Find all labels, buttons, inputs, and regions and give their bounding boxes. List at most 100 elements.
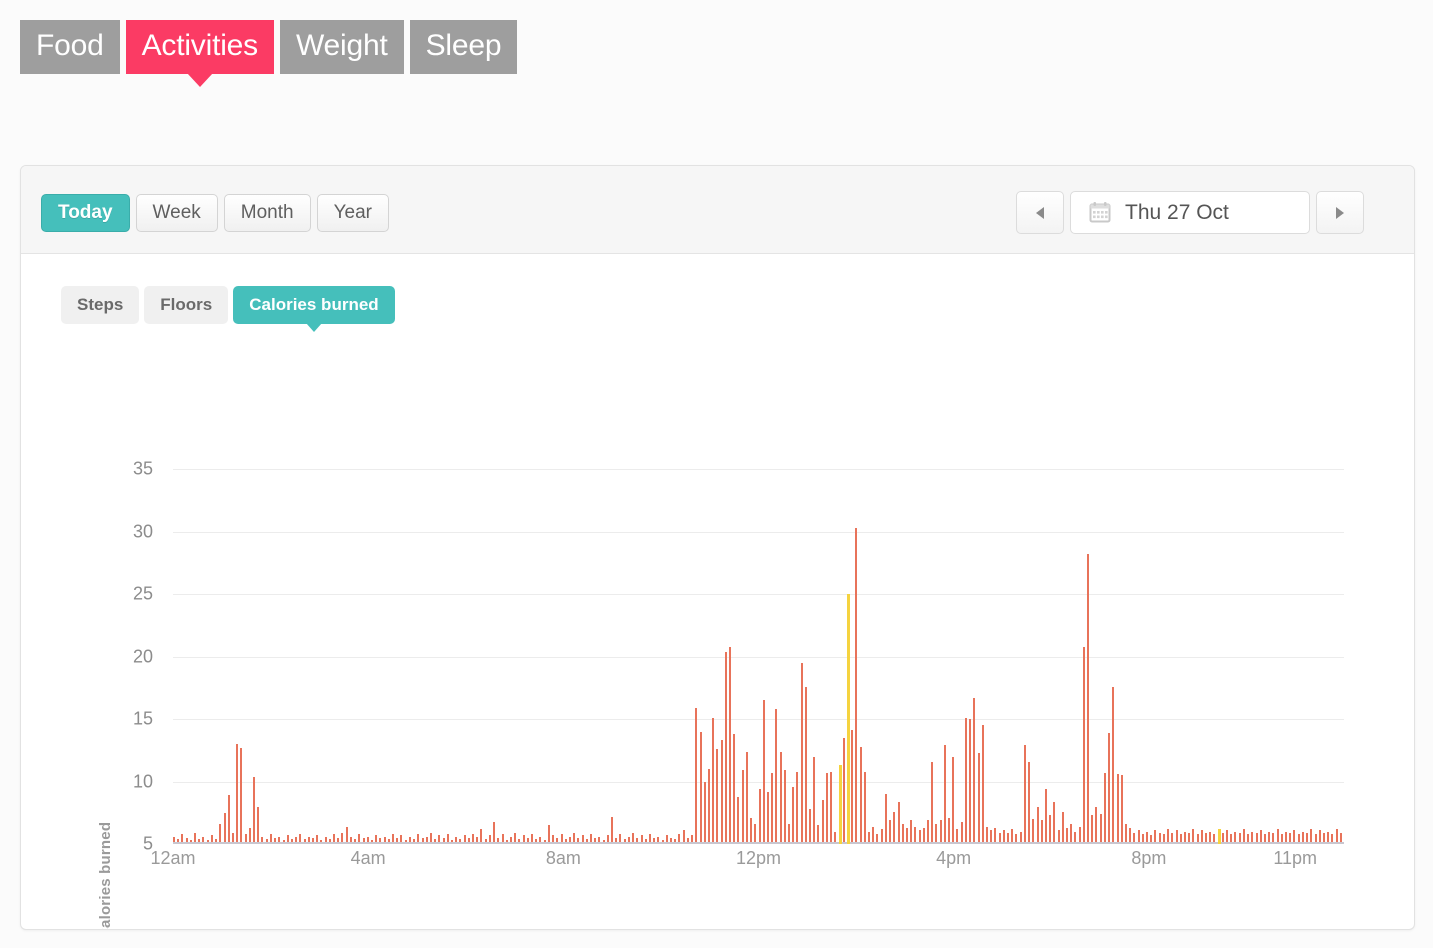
y-tick-label: 5	[142, 833, 153, 854]
chart-bar	[240, 747, 243, 844]
chart-bar	[809, 809, 812, 844]
chart-bar	[1061, 811, 1064, 844]
calories-burned-chart: Calories burned 5 10 15 20 25 30 35 12am 4am 8am…	[21, 444, 1414, 929]
chart-bar	[1091, 815, 1094, 844]
chart-bar	[969, 719, 972, 844]
x-tick-label: 11pm	[1273, 848, 1318, 868]
chart-bar	[796, 771, 799, 844]
date-range-buttons: Today Week Month Year	[41, 194, 389, 232]
nav-tab-weight[interactable]: Weight	[279, 20, 404, 74]
chart-bar	[859, 746, 862, 844]
chart-bar	[952, 756, 955, 844]
x-tick-label: 12am	[150, 848, 196, 868]
chart-bar	[729, 646, 731, 844]
chart-bar	[227, 795, 230, 844]
range-button-year[interactable]: Year	[316, 194, 389, 232]
panel-header: Today Week Month Year Thu 27 Oct	[21, 166, 1414, 254]
chart-bar	[1116, 774, 1119, 844]
chart-bar	[611, 816, 614, 844]
chart-bar	[253, 776, 256, 844]
chart-bar	[830, 771, 833, 844]
activities-panel: Today Week Month Year Thu 27 Oct Steps F…	[20, 165, 1415, 930]
nav-tab-sleep[interactable]: Sleep	[409, 20, 518, 74]
chart-bar	[851, 730, 854, 844]
x-axis-ticks: 12am 4am 8am 12pm 4pm 8pm 11pm	[150, 848, 1344, 876]
left-triangle-icon	[1036, 206, 1044, 219]
range-button-today[interactable]: Today	[41, 194, 130, 232]
range-button-month[interactable]: Month	[223, 194, 311, 232]
chart-bar	[1103, 772, 1106, 844]
chart-bar	[1087, 554, 1090, 844]
chart-bar	[1044, 789, 1047, 844]
metric-tab-steps[interactable]: Steps	[61, 286, 140, 324]
chart-bar	[1053, 801, 1056, 844]
chart-bar	[855, 527, 858, 844]
date-navigator: Thu 27 Oct	[1016, 191, 1364, 234]
y-axis-ticks: 5 10 15 20 25 30 35	[117, 444, 153, 884]
chart-bar	[926, 820, 929, 844]
chart-bar	[1040, 820, 1043, 844]
chart-bars	[173, 444, 1344, 844]
chart-bar	[750, 817, 753, 844]
chart-bar	[1028, 761, 1031, 844]
next-day-button[interactable]	[1316, 191, 1364, 234]
nav-tab-activities[interactable]: Activities	[125, 20, 274, 87]
chart-bar	[893, 811, 896, 844]
x-tick-label: 12pm	[735, 848, 782, 868]
chart-bar	[981, 725, 984, 844]
chart-bar	[741, 770, 744, 844]
chart-plot-area	[173, 444, 1344, 844]
y-tick-label: 25	[132, 583, 153, 604]
chart-bar	[257, 806, 260, 844]
y-tick-label: 35	[132, 458, 153, 479]
chart-bar	[800, 662, 803, 844]
chart-bar	[1036, 806, 1039, 844]
chart-bar	[1112, 686, 1115, 844]
chart-bar	[1023, 745, 1026, 844]
metric-tab-floors[interactable]: Floors	[144, 286, 229, 324]
chart-bar	[813, 756, 816, 844]
chart-bar	[846, 594, 850, 844]
nav-tab-food[interactable]: Food	[20, 20, 120, 74]
chart-bar	[223, 812, 226, 844]
chart-bar	[1049, 815, 1052, 844]
previous-day-button[interactable]	[1016, 191, 1064, 234]
chart-bar	[884, 794, 887, 844]
main-navigation-tabs: Food Activities Weight Sleep	[20, 20, 518, 87]
chart-bar	[960, 821, 963, 844]
chart-bar	[787, 824, 790, 844]
chart-bar	[707, 769, 710, 844]
date-display-button[interactable]: Thu 27 Oct	[1070, 191, 1310, 234]
range-button-week[interactable]: Week	[135, 194, 218, 232]
chart-bar	[716, 749, 719, 844]
chart-bar	[889, 820, 892, 844]
chart-bar	[762, 700, 765, 844]
right-triangle-icon	[1336, 206, 1344, 219]
y-axis-title: Calories burned	[97, 821, 114, 930]
chart-bar	[766, 791, 769, 844]
y-tick-label: 20	[132, 646, 153, 666]
chart-bar	[733, 734, 736, 844]
chart-bar	[1082, 646, 1085, 844]
chart-bar	[964, 717, 967, 844]
chart-bar	[1099, 814, 1102, 844]
chart-bar	[943, 745, 946, 844]
chart-bar	[699, 731, 702, 844]
chart-bar	[1032, 819, 1035, 844]
chart-bar	[939, 820, 942, 844]
chart-bar	[745, 751, 748, 844]
calendar-icon	[1089, 202, 1111, 223]
chart-bar	[1120, 775, 1123, 844]
chart-bar	[825, 772, 828, 844]
y-tick-label: 10	[132, 771, 153, 791]
metric-tab-calories-burned[interactable]: Calories burned	[233, 286, 395, 332]
chart-bar	[712, 717, 715, 844]
chart-bar	[973, 697, 976, 844]
chart-bar	[897, 801, 900, 844]
chart-bar	[901, 824, 904, 844]
chart-bar	[771, 772, 774, 844]
chart-bar	[758, 789, 761, 844]
chart-bar	[493, 821, 496, 844]
chart-bar	[842, 737, 845, 844]
chart-bar	[1070, 824, 1073, 844]
